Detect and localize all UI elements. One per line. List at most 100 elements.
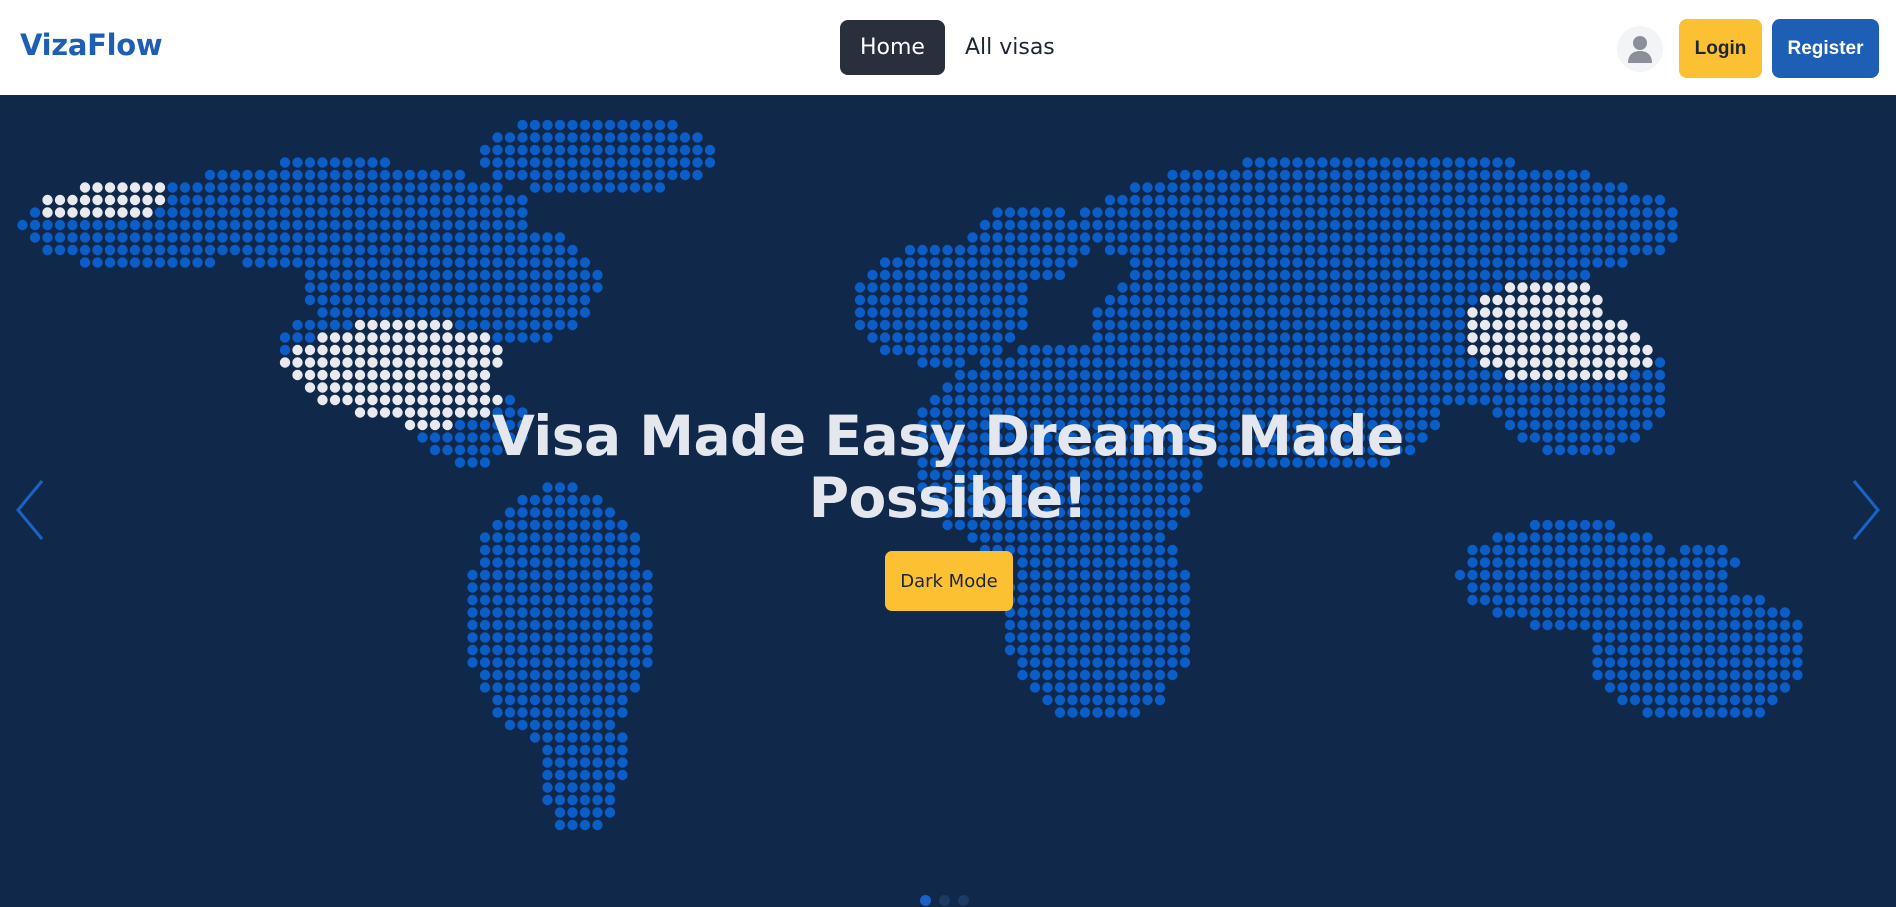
map-dot (1429, 344, 1441, 356)
map-dot (1392, 344, 1403, 356)
map-dot (1504, 269, 1516, 281)
map-dot (1467, 344, 1478, 356)
map-dot (1129, 194, 1141, 206)
map-dot (1142, 219, 1153, 231)
map-dot (1642, 382, 1653, 393)
map-dot (567, 794, 578, 806)
nav-home[interactable]: Home (840, 20, 945, 75)
chevron-left-icon[interactable] (12, 475, 48, 545)
map-dot (1004, 319, 1016, 331)
map-dot (1629, 357, 1641, 368)
map-dot (1642, 682, 1653, 693)
map-dot (154, 232, 166, 243)
map-dot (1717, 632, 1728, 643)
map-dot (867, 332, 878, 343)
carousel-dot-1[interactable] (920, 895, 931, 906)
map-dot (1017, 382, 1028, 393)
map-dot (1029, 569, 1041, 581)
map-dot (479, 207, 491, 218)
map-dot (1167, 344, 1178, 356)
map-dot (1342, 282, 1353, 293)
map-dot (342, 382, 353, 393)
map-dot (417, 232, 428, 243)
map-dot (1367, 344, 1378, 356)
map-dot (1704, 619, 1716, 631)
brand-logo[interactable]: VizaFlow (20, 28, 163, 62)
map-dot (1167, 369, 1178, 381)
map-dot (1129, 532, 1141, 543)
map-dot (1629, 544, 1641, 556)
map-dot (404, 332, 416, 343)
map-dot (1092, 682, 1103, 693)
map-dot (1217, 169, 1228, 181)
map-dot (529, 144, 541, 156)
map-dot (1504, 207, 1516, 218)
map-dot (479, 532, 491, 543)
map-dot (554, 244, 566, 256)
map-dot (342, 332, 353, 343)
map-dot (1179, 207, 1191, 218)
map-dot (379, 369, 391, 381)
map-dot (1142, 657, 1153, 668)
map-dot (1229, 257, 1241, 268)
map-dot (629, 557, 641, 568)
map-dot (167, 219, 178, 231)
map-dot (554, 307, 566, 318)
map-dot (1267, 169, 1278, 181)
map-dot (1504, 307, 1516, 318)
map-dot (1629, 582, 1641, 593)
dark-mode-button[interactable]: Dark Mode (885, 551, 1013, 611)
map-dot (442, 169, 453, 181)
chevron-right-icon[interactable] (1848, 475, 1884, 545)
map-dot (1404, 344, 1416, 356)
map-dot (492, 207, 503, 218)
map-dot (1192, 219, 1203, 231)
map-dot (1517, 219, 1528, 231)
login-button[interactable]: Login (1679, 19, 1762, 78)
map-dot (617, 707, 628, 718)
map-dot (1467, 394, 1478, 406)
map-dot (892, 344, 903, 356)
map-dot (367, 157, 378, 168)
map-dot (517, 269, 528, 281)
map-dot (629, 544, 641, 556)
map-dot (1167, 194, 1178, 206)
map-dot (1317, 319, 1328, 331)
map-dot (529, 569, 541, 581)
map-dot (292, 207, 303, 218)
map-dot (1442, 207, 1453, 218)
map-dot (1717, 594, 1728, 606)
nav-all-visas[interactable]: All visas (945, 20, 1075, 75)
map-dot (1492, 569, 1503, 581)
map-dot (604, 644, 616, 656)
user-icon[interactable] (1617, 25, 1663, 72)
carousel-dot-2[interactable] (939, 895, 950, 906)
register-button[interactable]: Register (1772, 19, 1879, 78)
map-dot (104, 219, 116, 231)
map-dot (229, 232, 241, 243)
map-dot (592, 819, 603, 831)
map-dot (1317, 169, 1328, 181)
map-dot (567, 182, 578, 193)
map-dot (429, 394, 441, 406)
map-dot (1504, 532, 1516, 543)
map-dot (579, 569, 591, 581)
map-dot (542, 582, 553, 593)
map-dot (1667, 569, 1678, 581)
map-dot (1117, 319, 1128, 331)
map-dot (492, 669, 503, 681)
map-dot (1117, 582, 1128, 593)
map-dot (1404, 169, 1416, 181)
map-dot (1129, 557, 1141, 568)
map-dot (592, 182, 603, 193)
map-dot (942, 332, 953, 343)
map-dot (1554, 307, 1566, 318)
map-dot (529, 619, 541, 631)
map-dot (1529, 182, 1541, 193)
map-dot (1404, 282, 1416, 293)
map-dot (942, 257, 953, 268)
map-dot (529, 632, 541, 643)
map-dot (1642, 194, 1653, 206)
carousel-dot-3[interactable] (958, 895, 969, 906)
map-dot (1379, 219, 1391, 231)
